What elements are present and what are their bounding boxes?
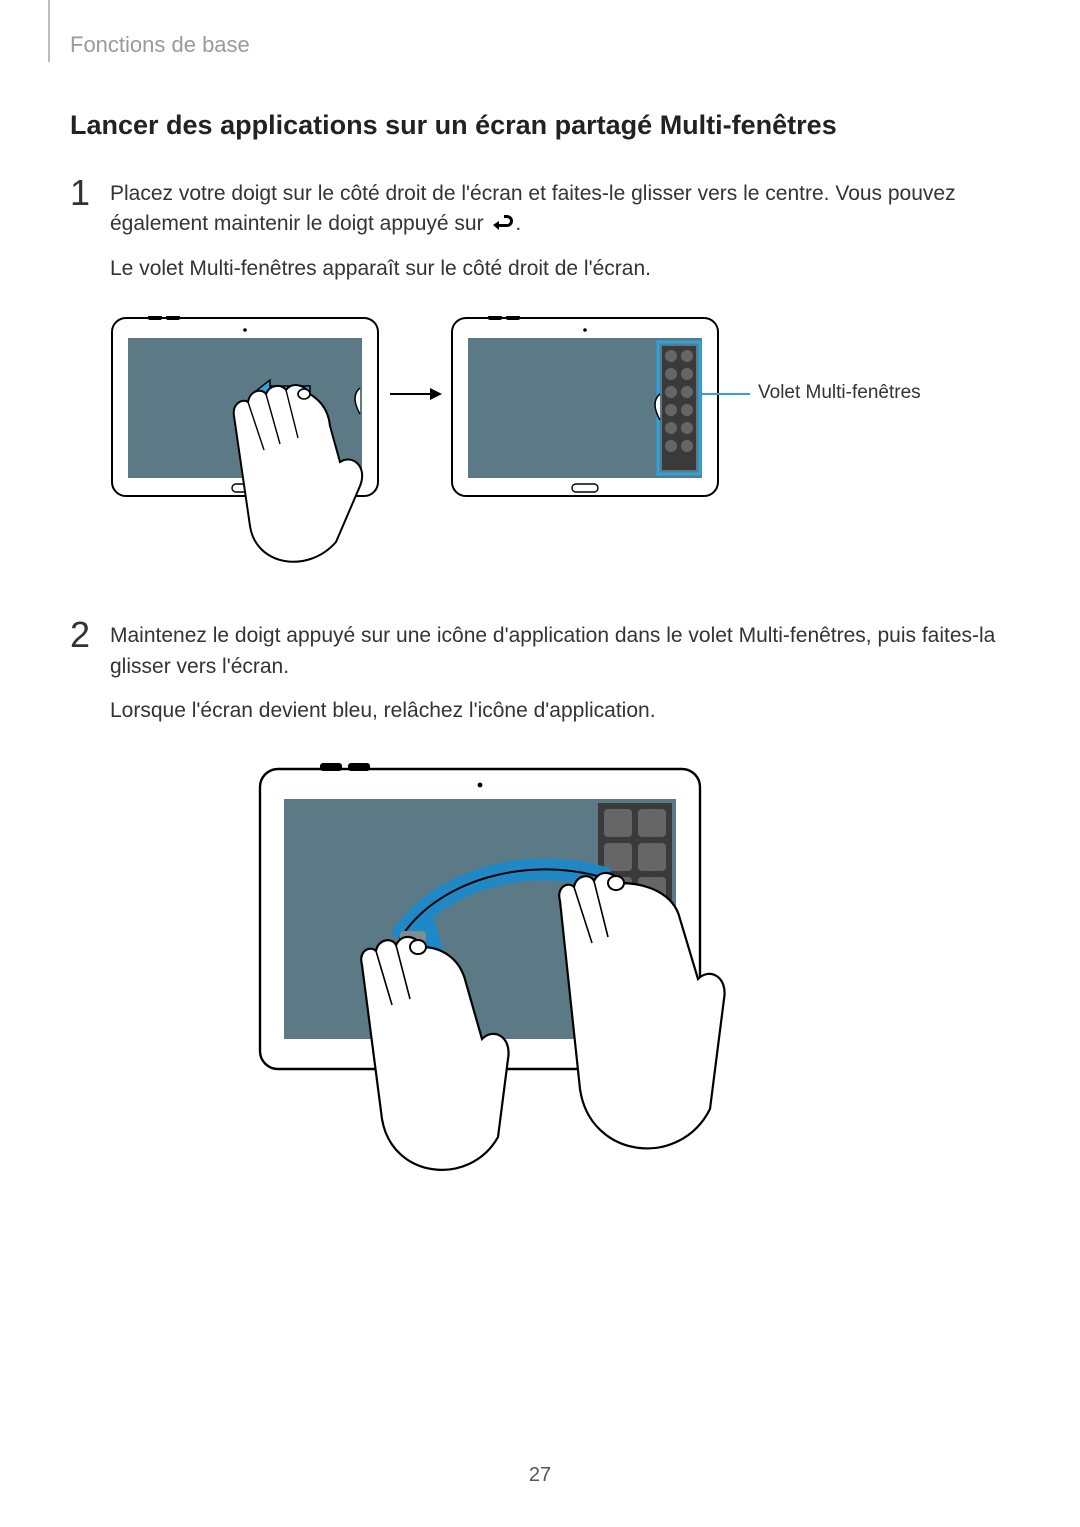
step1-para2: Le volet Multi-fenêtres apparaît sur le … xyxy=(110,254,1010,284)
back-icon xyxy=(489,215,515,233)
step1-para1b: . xyxy=(515,212,521,235)
step-1: 1 Placez votre doigt sur le côté droit d… xyxy=(70,179,1010,298)
step-number: 1 xyxy=(70,175,110,298)
breadcrumb: Fonctions de base xyxy=(70,32,250,58)
figure-drag-app xyxy=(250,759,1010,1184)
main-content: Lancer des applications sur un écran par… xyxy=(70,110,1010,1184)
page-number: 27 xyxy=(0,1464,1080,1487)
section-title: Lancer des applications sur un écran par… xyxy=(70,110,1010,141)
header-rule xyxy=(48,0,50,62)
step1-para1a: Placez votre doigt sur le côté droit de … xyxy=(110,182,956,235)
callout-label: Volet Multi-fenêtres xyxy=(758,382,928,404)
step1-para1: Placez votre doigt sur le côté droit de … xyxy=(110,179,1010,240)
step-2: 2 Maintenez le doigt appuyé sur une icôn… xyxy=(70,621,1010,740)
transition-arrow xyxy=(390,388,442,400)
step2-para2: Lorsque l'écran devient bleu, relâchez l… xyxy=(110,696,1010,726)
step2-para1: Maintenez le doigt appuyé sur une icône … xyxy=(110,621,1010,682)
step-body: Maintenez le doigt appuyé sur une icône … xyxy=(110,621,1010,740)
step-number: 2 xyxy=(70,617,110,740)
figure-swipe-tray: Volet Multi-fenêtres xyxy=(110,316,1010,581)
step-body: Placez votre doigt sur le côté droit de … xyxy=(110,179,1010,298)
tablet-right xyxy=(452,316,718,496)
